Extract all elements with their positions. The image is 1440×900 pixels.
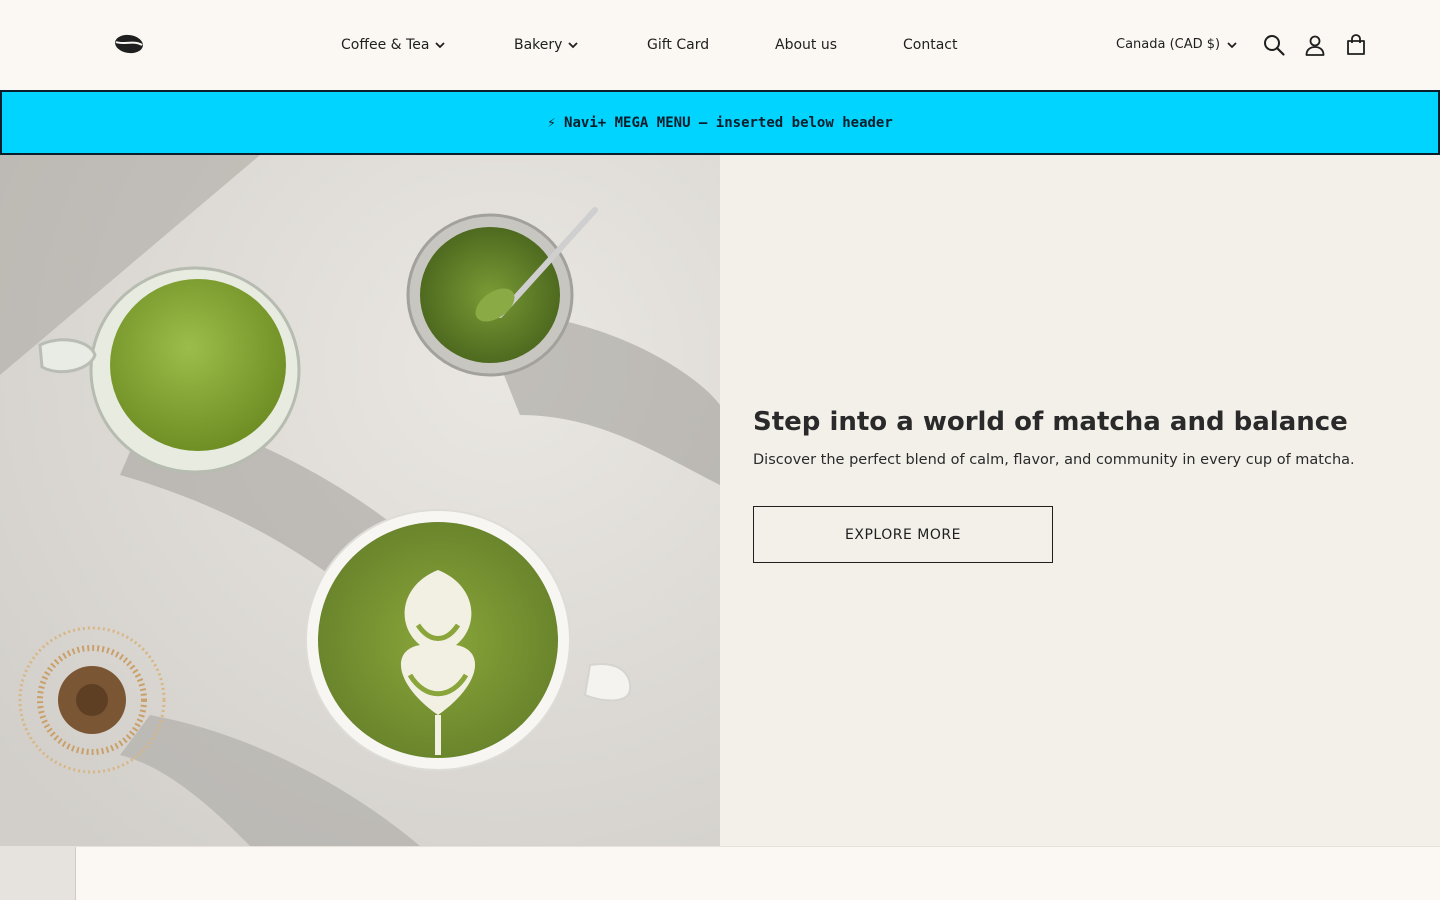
nav-gift-card[interactable]: Gift Card (647, 36, 709, 54)
hero-content: Step into a world of matcha and balance … (720, 155, 1440, 846)
nav-contact-label: Contact (903, 37, 958, 53)
chevron-down-icon (435, 42, 446, 49)
cart-icon[interactable] (1344, 33, 1368, 57)
next-section-thumbnail (0, 847, 76, 900)
mega-menu-banner: ⚡ Navi+ MEGA MENU — inserted below heade… (0, 90, 1440, 155)
country-selector[interactable]: Canada (CAD $) (1116, 36, 1238, 54)
country-selector-label: Canada (CAD $) (1116, 37, 1221, 52)
explore-more-button[interactable]: EXPLORE MORE (753, 506, 1053, 563)
search-icon[interactable] (1262, 33, 1286, 57)
next-section (0, 846, 1440, 900)
hero-subtitle: Discover the perfect blend of calm, flav… (753, 452, 1355, 468)
chevron-down-icon (568, 42, 579, 49)
nav-bakery[interactable]: Bakery (514, 36, 579, 54)
nav-coffee-tea-label: Coffee & Tea (341, 37, 430, 53)
mega-menu-text: ⚡ Navi+ MEGA MENU — inserted below heade… (547, 114, 893, 131)
nav-coffee-tea[interactable]: Coffee & Tea (341, 36, 446, 54)
nav-bakery-label: Bakery (514, 37, 563, 53)
hero-image (0, 155, 720, 846)
site-header: Coffee & Tea Bakery Gift Card About us C… (0, 0, 1440, 90)
matcha-drinks-photo (0, 155, 720, 846)
nav-contact[interactable]: Contact (903, 36, 957, 54)
nav-gift-card-label: Gift Card (647, 37, 710, 53)
chevron-down-icon (1227, 42, 1237, 49)
nav-about-us[interactable]: About us (775, 36, 837, 54)
coffee-bean-logo[interactable] (114, 33, 144, 55)
account-icon[interactable] (1303, 33, 1327, 57)
nav-about-us-label: About us (775, 37, 838, 53)
hero-title: Step into a world of matcha and balance (753, 407, 1348, 437)
